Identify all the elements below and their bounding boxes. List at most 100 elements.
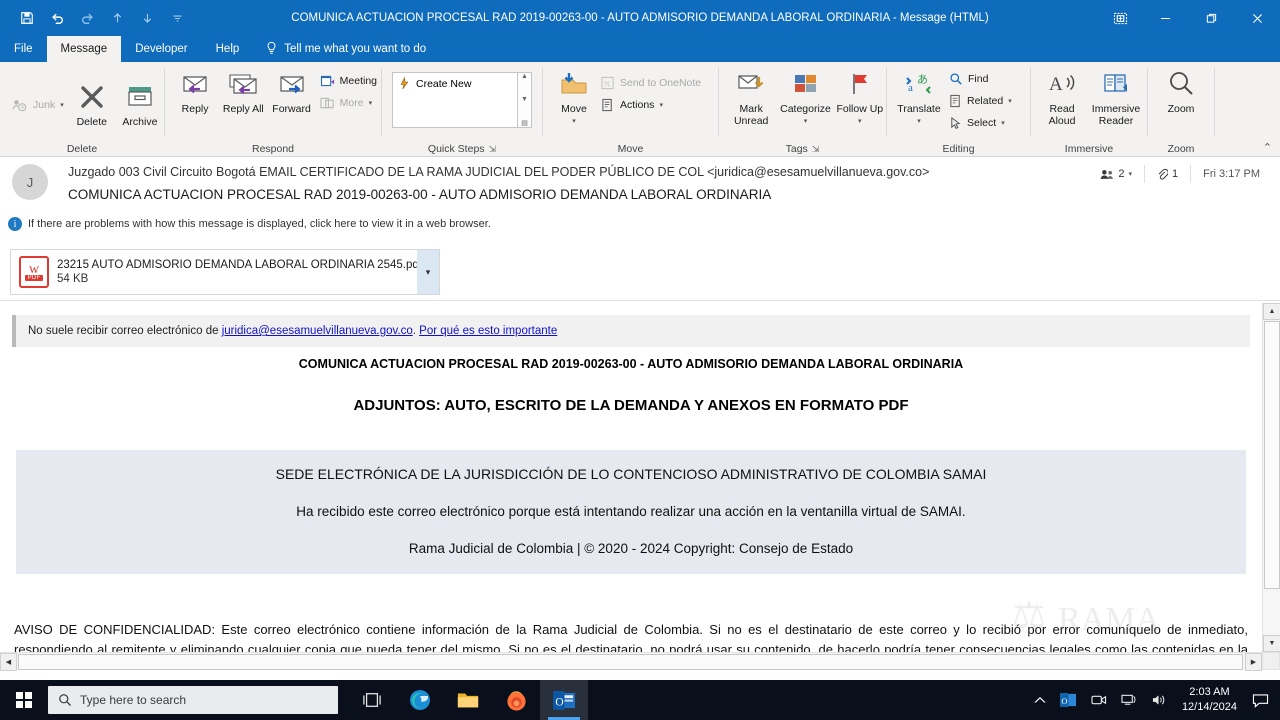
attachment-strip: w PDF 23215 AUTO ADMISORIO DEMANDA LABOR… <box>0 243 1280 301</box>
forward-icon <box>277 68 307 100</box>
web-browser-info-bar[interactable]: i If there are problems with how this me… <box>0 213 1280 235</box>
attachment-dropdown-button[interactable]: ▾ <box>417 250 439 294</box>
tab-message[interactable]: Message <box>46 36 122 62</box>
window-controls <box>1142 0 1280 36</box>
horizontal-scroll-thumb[interactable] <box>18 654 1243 670</box>
action-center-icon[interactable] <box>1245 680 1276 720</box>
scroll-left-button[interactable]: ◀ <box>0 653 17 671</box>
sender-email-link[interactable]: juridica@esesamuelvillanueva.gov.co <box>222 325 413 337</box>
reply-button[interactable]: Reply <box>171 68 219 115</box>
task-view-icon[interactable] <box>348 680 396 720</box>
search-icon <box>59 694 71 706</box>
meeting-button[interactable]: Meeting <box>316 70 381 92</box>
sender-address[interactable]: Juzgado 003 Civil Circuito Bogotá EMAIL … <box>68 165 929 179</box>
select-button[interactable]: Select ▾ <box>945 112 1016 134</box>
mark-unread-button[interactable]: Mark Unread <box>725 68 777 127</box>
vertical-scroll-thumb[interactable] <box>1264 321 1280 589</box>
delete-button[interactable]: Delete <box>68 81 116 128</box>
clock-date: 12/14/2024 <box>1181 701 1237 713</box>
outlook-message-window: COMUNICA ACTUACION PROCESAL RAD 2019-002… <box>0 0 1280 720</box>
group-label-delete: Delete <box>66 143 98 155</box>
ribbon-group-move: Move ▾ N Send to OneNote Actions ▾ Move <box>543 62 718 157</box>
scroll-down-icon[interactable]: ▼ <box>521 96 528 103</box>
taskbar-clock[interactable]: 2:03 AM 12/14/2024 <box>1174 685 1245 715</box>
categorize-button[interactable]: Categorize ▾ <box>777 68 833 126</box>
quick-steps-scrollbar[interactable]: ▲ ▼ ▤ <box>517 73 531 127</box>
message-header-meta: 2 ▾ 1 Fri 3:17 PM <box>1088 165 1272 183</box>
customize-quick-access-toolbar-icon[interactable] <box>164 6 190 30</box>
scroll-up-icon[interactable]: ▲ <box>521 73 528 80</box>
immersive-reader-button[interactable]: Immersive Reader <box>1089 68 1143 127</box>
quick-step-create-new[interactable]: Create New <box>393 73 476 94</box>
windows-logo-icon <box>16 692 32 708</box>
forward-button[interactable]: Forward <box>267 68 315 115</box>
reply-label: Reply <box>181 103 209 115</box>
restore-button[interactable] <box>1188 0 1234 36</box>
volume-icon[interactable] <box>1144 680 1174 720</box>
network-icon[interactable] <box>1114 680 1144 720</box>
edge-icon[interactable] <box>396 680 444 720</box>
firefox-icon[interactable] <box>492 680 540 720</box>
actions-button[interactable]: Actions ▾ <box>597 94 705 116</box>
archive-button[interactable]: Archive <box>116 81 164 128</box>
system-tray: O 2:03 AM 12/14/2024 <box>1027 680 1280 720</box>
follow-up-button[interactable]: Follow Up ▾ <box>834 68 886 126</box>
related-label: Related <box>967 95 1004 107</box>
ribbon-display-options-icon[interactable] <box>1100 0 1140 36</box>
next-item-icon[interactable] <box>134 6 160 30</box>
tab-developer[interactable]: Developer <box>121 36 201 62</box>
taskbar-search-box[interactable]: Type here to search <box>48 686 338 714</box>
scroll-right-button[interactable]: ▶ <box>1245 653 1262 671</box>
outlook-tray-icon[interactable]: O <box>1053 680 1084 720</box>
redo-icon <box>74 6 100 30</box>
attachment-item[interactable]: w PDF 23215 AUTO ADMISORIO DEMANDA LABOR… <box>10 249 440 295</box>
attachments-chip[interactable]: 1 <box>1145 165 1192 183</box>
svg-text:A: A <box>1049 74 1063 95</box>
file-explorer-icon[interactable] <box>444 680 492 720</box>
reply-all-icon <box>228 68 258 100</box>
chevron-down-icon: ▾ <box>917 118 921 126</box>
scroll-up-button[interactable]: ▲ <box>1263 303 1280 320</box>
info-icon: i <box>8 217 22 231</box>
avatar[interactable]: J <box>12 164 48 200</box>
attachment-meta: 23215 AUTO ADMISORIO DEMANDA LABORAL ORD… <box>57 259 417 285</box>
zoom-button[interactable]: Zoom <box>1154 68 1208 115</box>
find-button[interactable]: Find <box>945 68 1016 90</box>
vertical-scrollbar[interactable]: ▲ ▼ <box>1262 303 1280 652</box>
samai-panel-line-3: Rama Judicial de Colombia | © 2020 - 202… <box>408 541 854 556</box>
scroll-down-button[interactable]: ▼ <box>1263 635 1280 652</box>
tab-file[interactable]: File <box>0 36 47 62</box>
quick-steps-gallery[interactable]: Create New ▲ ▼ ▤ <box>392 72 532 128</box>
start-button[interactable] <box>0 680 48 720</box>
related-button[interactable]: Related ▾ <box>945 90 1016 112</box>
previous-item-icon[interactable] <box>104 6 130 30</box>
reply-all-button[interactable]: Reply All <box>219 68 267 115</box>
camera-tray-icon[interactable] <box>1084 680 1114 720</box>
save-icon[interactable] <box>14 6 40 30</box>
undo-icon[interactable] <box>44 6 70 30</box>
minimize-button[interactable] <box>1142 0 1188 36</box>
message-subject: COMUNICA ACTUACION PROCESAL RAD 2019-002… <box>68 187 772 202</box>
svg-text:あ: あ <box>917 73 928 86</box>
tell-me-search[interactable]: Tell me what you want to do <box>253 36 426 62</box>
categorize-label: Categorize <box>780 103 831 115</box>
horizontal-scrollbar[interactable]: ◀ ▶ <box>0 652 1280 671</box>
close-button[interactable] <box>1234 0 1280 36</box>
show-hidden-icons-button[interactable] <box>1027 680 1053 720</box>
tab-help[interactable]: Help <box>202 36 254 62</box>
translate-button[interactable]: aあ Translate ▾ <box>893 68 945 126</box>
move-button[interactable]: Move ▾ <box>551 68 597 126</box>
chevron-down-icon: ▾ <box>60 101 64 109</box>
dialog-launcher-icon[interactable]: ⇲ <box>812 144 820 155</box>
delete-x-icon <box>78 81 106 113</box>
read-aloud-button[interactable]: A Read Aloud <box>1035 68 1089 127</box>
why-important-link[interactable]: Por qué es esto importante <box>419 325 557 337</box>
chevron-down-icon[interactable]: ▾ <box>1129 170 1133 178</box>
translate-label: Translate <box>897 103 941 115</box>
recipients-chip[interactable]: 2 ▾ <box>1088 165 1146 183</box>
collapse-ribbon-button[interactable]: ⌃ <box>1263 141 1272 154</box>
outlook-icon[interactable]: O <box>540 680 588 720</box>
dialog-launcher-icon[interactable]: ⇲ <box>489 144 497 155</box>
attachments-count: 1 <box>1172 168 1179 180</box>
quick-steps-expand-icon[interactable]: ▤ <box>521 119 528 127</box>
